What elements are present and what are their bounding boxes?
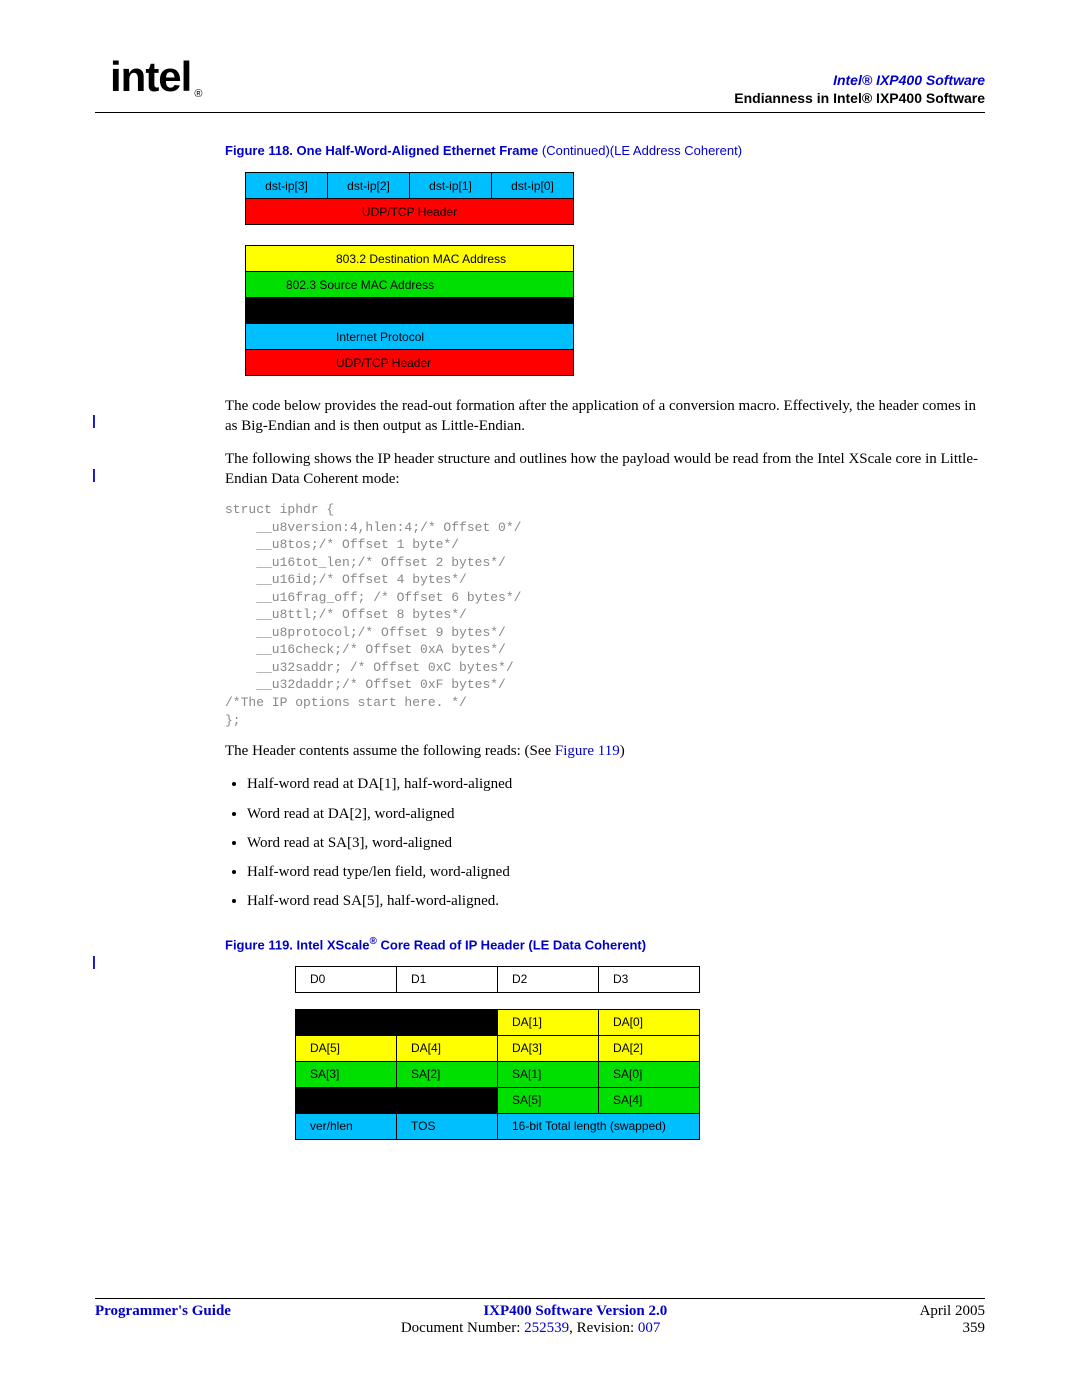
list-item: Half-word read at DA[1], half-word-align… [247, 773, 985, 796]
table-cell: D1 [397, 966, 498, 992]
table-cell: DA[4] [397, 1035, 498, 1061]
figure-119-caption: Figure 119. Intel XScale® Core Read of I… [225, 936, 985, 952]
table-cell: UDP/TCP Header [246, 350, 574, 376]
bullet-list: Half-word read at DA[1], half-word-align… [225, 773, 985, 913]
header-title: Intel® IXP400 Software [95, 72, 985, 88]
table-cell: dst-ip[3] [246, 173, 328, 199]
table-cell: SA[1] [498, 1061, 599, 1087]
paragraph-2: The following shows the IP header struct… [225, 449, 985, 490]
figure-119-link[interactable]: Figure 119 [555, 743, 620, 759]
table-cell: dst-ip[0] [492, 173, 574, 199]
table-cell: 16-bit Total length (swapped) [498, 1113, 700, 1139]
page-footer: Programmer's Guide IXP400 Software Versi… [95, 1298, 985, 1337]
table-cell: DA[2] [599, 1035, 700, 1061]
table-cell [397, 1087, 498, 1113]
list-item: Word read at SA[3], word-aligned [247, 832, 985, 855]
table-cell: DA[0] [599, 1009, 700, 1035]
header-rule [95, 112, 985, 113]
table-cell: dst-ip[1] [410, 173, 492, 199]
figure-119-data-table: DA[1] DA[0] DA[5] DA[4] DA[3] DA[2] SA[3… [295, 1009, 700, 1140]
table-cell: ver/hlen [296, 1113, 397, 1139]
list-item: Half-word read SA[5], half-word-aligned. [247, 890, 985, 913]
table-cell [296, 1009, 397, 1035]
registered-mark: ® [194, 88, 201, 100]
table-cell: D0 [296, 966, 397, 992]
table-cell: SA[5] [498, 1087, 599, 1113]
table-cell: SA[4] [599, 1087, 700, 1113]
list-item: Word read at DA[2], word-aligned [247, 803, 985, 826]
header-subtitle: Endianness in Intel® IXP400 Software [95, 90, 985, 106]
table-cell: SA[3] [296, 1061, 397, 1087]
table-cell [296, 1087, 397, 1113]
footer-center: IXP400 Software Version 2.0 [483, 1303, 667, 1320]
footer-date: April 2005 [920, 1303, 985, 1320]
footer-left: Programmer's Guide [95, 1303, 231, 1320]
figure-118-table-top: dst-ip[3] dst-ip[2] dst-ip[1] dst-ip[0] … [245, 172, 574, 225]
table-cell [246, 298, 574, 324]
table-cell: 802.3 Source MAC Address [246, 272, 574, 298]
table-cell: 803.2 Destination MAC Address [246, 246, 574, 272]
table-cell: TOS [397, 1113, 498, 1139]
page-number: 359 [962, 1320, 985, 1337]
figure-118-caption: Figure 118. One Half-Word-Aligned Ethern… [225, 143, 985, 158]
change-bar: | [92, 953, 96, 969]
paragraph-1: The code below provides the read-out for… [225, 396, 985, 437]
list-item: Half-word read type/len field, word-alig… [247, 861, 985, 884]
table-cell [397, 1009, 498, 1035]
table-cell: DA[1] [498, 1009, 599, 1035]
table-cell: UDP/TCP Header [246, 199, 574, 225]
intel-logo: intel® [110, 58, 198, 96]
figure-119-header-table: D0 D1 D2 D3 [295, 966, 700, 993]
table-cell: DA[5] [296, 1035, 397, 1061]
change-bar: | [92, 466, 96, 482]
paragraph-3: The Header contents assume the following… [225, 741, 985, 761]
table-cell: SA[2] [397, 1061, 498, 1087]
table-cell: D3 [599, 966, 700, 992]
table-cell: dst-ip[2] [328, 173, 410, 199]
footer-doc: Document Number: 252539, Revision: 007 [401, 1320, 661, 1337]
figure-118-table-bottom: 803.2 Destination MAC Address 802.3 Sour… [245, 245, 574, 376]
table-cell: Internet Protocol [246, 324, 574, 350]
table-cell: D2 [498, 966, 599, 992]
table-cell: DA[3] [498, 1035, 599, 1061]
change-bar: | [92, 412, 96, 428]
logo-text: intel [110, 53, 191, 100]
table-cell: SA[0] [599, 1061, 700, 1087]
code-block: struct iphdr { __u8version:4,hlen:4;/* O… [225, 501, 985, 729]
